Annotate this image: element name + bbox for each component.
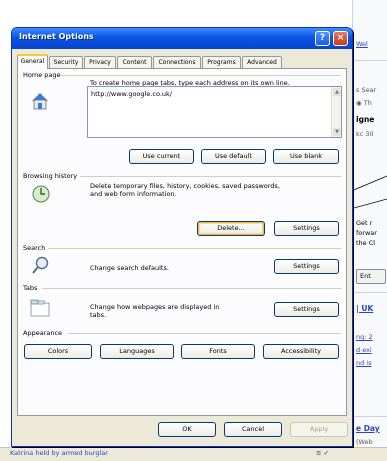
- browser-status-bar: Katrina held by armed burglar ≡ ✓: [0, 447, 387, 461]
- group-divider: [80, 176, 341, 177]
- webpage-text-fragment: forwar: [356, 229, 377, 237]
- scroll-up-icon[interactable]: ▲: [333, 88, 341, 96]
- home-page-url-textarea[interactable]: http://www.google.co.uk/ ▲ ▼: [87, 86, 342, 138]
- tab-advanced[interactable]: Advanced: [242, 56, 282, 68]
- colors-button[interactable]: Colors: [24, 344, 92, 359]
- browsing-history-description: Delete temporary files, history, cookies…: [90, 182, 280, 198]
- webpage-text-fragment: Get r: [356, 219, 373, 227]
- webpage-enter-button-fragment[interactable]: Ent: [356, 269, 386, 284]
- webpage-link-fragment[interactable]: | UK: [356, 304, 387, 313]
- webpage-text-fragment: the Cl: [356, 239, 376, 247]
- webpage-radio-fragment[interactable]: ◉ Th: [356, 99, 387, 107]
- home-page-url-value: http://www.google.co.uk/: [91, 90, 172, 98]
- search-icon: [32, 256, 49, 274]
- webpage-divider: [352, 416, 387, 417]
- scroll-down-icon[interactable]: ▼: [333, 128, 341, 136]
- search-description: Change search defaults.: [90, 264, 169, 272]
- delete-history-button[interactable]: Delete...: [197, 221, 265, 236]
- group-divider: [60, 75, 341, 76]
- group-divider: [42, 288, 341, 289]
- webpage-link-fragment[interactable]: nd is: [356, 359, 387, 367]
- webpage-link-fragment[interactable]: d exi: [356, 346, 387, 354]
- webpage-link-fragment[interactable]: e Day: [356, 424, 387, 433]
- url-box-scrollbar[interactable]: ▲ ▼: [331, 87, 341, 137]
- group-divider: [48, 248, 341, 249]
- help-icon: ?: [319, 33, 326, 43]
- browsing-history-description-line: Delete temporary files, history, cookies…: [90, 182, 280, 190]
- dialog-title-bar[interactable]: Internet Options ? ×: [12, 28, 352, 49]
- webpage-link-fragment[interactable]: ng: 2: [356, 333, 387, 341]
- ok-button[interactable]: OK: [158, 422, 216, 437]
- tab-connections[interactable]: Connections: [153, 56, 201, 68]
- use-current-button[interactable]: Use current: [129, 149, 194, 164]
- use-default-button[interactable]: Use default: [201, 149, 266, 164]
- tab-programs[interactable]: Programs: [202, 56, 241, 68]
- tabs-icon: [30, 299, 50, 317]
- close-button[interactable]: ×: [333, 31, 348, 46]
- help-button[interactable]: ?: [315, 31, 330, 46]
- webpage-heading-fragment: igne: [356, 115, 375, 124]
- webpage-divider: [352, 292, 387, 293]
- browsing-history-group-label: Browsing history: [23, 172, 78, 180]
- languages-button[interactable]: Languages: [100, 344, 174, 359]
- home-page-icon: [32, 93, 48, 110]
- fonts-button[interactable]: Fonts: [181, 344, 255, 359]
- dialog-title: Internet Options: [19, 32, 94, 41]
- tabs-description-line: tabs.: [90, 311, 107, 319]
- webpage-radio-label: Th: [363, 99, 372, 107]
- close-icon: ×: [336, 33, 345, 43]
- webpage-text-fragment: (Web: [356, 438, 373, 446]
- cancel-button[interactable]: Cancel: [224, 422, 282, 437]
- history-settings-button[interactable]: Settings: [274, 221, 339, 236]
- use-blank-button[interactable]: Use blank: [273, 149, 339, 164]
- general-tab-panel: Home page To create home page tabs, type…: [17, 68, 347, 416]
- tab-content[interactable]: Content: [117, 56, 152, 68]
- status-bar-text: Katrina held by armed burglar: [10, 449, 108, 457]
- tabs-description: Change how webpages are displayed in tab…: [90, 303, 219, 319]
- home-page-group-label: Home page: [23, 71, 61, 79]
- group-divider: [68, 333, 341, 334]
- tab-general[interactable]: General: [17, 54, 48, 69]
- internet-options-dialog: Internet Options ? × General Security Pr…: [11, 27, 353, 447]
- tabs-group-label: Tabs: [23, 284, 38, 292]
- webpage-divider: [352, 60, 387, 61]
- webpage-text-fragment: s Sear: [356, 86, 377, 94]
- webpage-text-fragment: kc 30: [356, 130, 374, 138]
- accessibility-button[interactable]: Accessibility: [263, 344, 339, 359]
- tabs-settings-button[interactable]: Settings: [274, 302, 339, 317]
- webpage-link-fragment[interactable]: Wel: [356, 40, 387, 48]
- tab-security[interactable]: Security: [49, 56, 83, 68]
- search-settings-button[interactable]: Settings: [274, 259, 339, 274]
- tabs-description-line: Change how webpages are displayed in: [90, 303, 220, 311]
- search-group-label: Search: [23, 244, 46, 252]
- status-bar-icons: ≡ ✓: [316, 449, 329, 457]
- tab-privacy[interactable]: Privacy: [84, 56, 116, 68]
- browsing-history-icon: [32, 185, 50, 203]
- apply-button: Apply: [290, 422, 348, 437]
- browsing-history-description-line: and web form information.: [90, 190, 177, 198]
- appearance-group-label: Appearance: [23, 329, 63, 337]
